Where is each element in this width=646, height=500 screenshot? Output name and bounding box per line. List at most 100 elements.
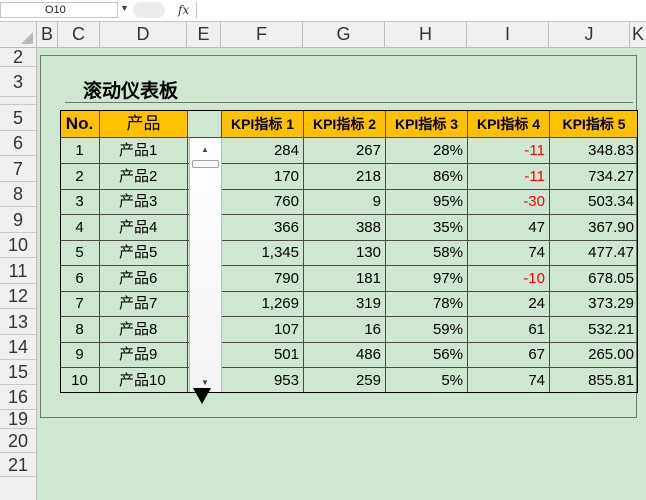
column-header-g[interactable]: G bbox=[303, 22, 385, 47]
table-cell-kpi1[interactable]: 107 bbox=[222, 316, 304, 343]
row-header-hidden[interactable] bbox=[0, 97, 36, 105]
row-header[interactable]: 16 bbox=[0, 385, 36, 410]
table-cell-no[interactable]: 1 bbox=[60, 138, 100, 164]
table-cell-no[interactable]: 5 bbox=[60, 240, 100, 266]
table-cell-kpi1[interactable]: 1,269 bbox=[222, 291, 304, 317]
table-cell-kpi2[interactable]: 16 bbox=[304, 316, 386, 343]
row-header[interactable]: 9 bbox=[0, 207, 36, 233]
table-cell-kpi4[interactable]: -11 bbox=[468, 163, 550, 190]
table-cell-kpi4[interactable]: 74 bbox=[468, 367, 550, 393]
table-cell-no[interactable]: 6 bbox=[60, 265, 100, 292]
column-header-f[interactable]: F bbox=[221, 22, 303, 47]
table-cell-kpi5[interactable]: 348.83 bbox=[550, 138, 638, 164]
table-cell-kpi2[interactable]: 319 bbox=[304, 291, 386, 317]
table-cell-no[interactable]: 10 bbox=[60, 367, 100, 393]
table-cell-kpi4[interactable]: -11 bbox=[468, 138, 550, 164]
row-header[interactable]: 12 bbox=[0, 284, 36, 309]
table-cell-kpi5[interactable]: 373.29 bbox=[550, 291, 638, 317]
table-cell-kpi1[interactable]: 366 bbox=[222, 214, 304, 241]
table-cell-kpi1[interactable]: 953 bbox=[222, 367, 304, 393]
table-cell-kpi3[interactable]: 59% bbox=[386, 316, 468, 343]
table-cell-kpi5[interactable]: 367.90 bbox=[550, 215, 638, 241]
table-cell-product[interactable]: 产品9 bbox=[100, 342, 188, 368]
table-cell-product[interactable]: 产品3 bbox=[100, 189, 188, 215]
table-cell-product[interactable]: 产品8 bbox=[100, 316, 188, 343]
table-cell-product[interactable]: 产品6 bbox=[100, 265, 188, 292]
table-cell-no[interactable]: 3 bbox=[60, 189, 100, 215]
table-cell-kpi4[interactable]: 61 bbox=[468, 316, 550, 343]
table-cell-kpi3[interactable]: 97% bbox=[386, 265, 468, 292]
table-cell-no[interactable]: 2 bbox=[60, 163, 100, 190]
column-header-d[interactable]: D bbox=[100, 22, 187, 47]
table-cell-kpi1[interactable]: 501 bbox=[222, 342, 304, 368]
table-cell-kpi1[interactable]: 760 bbox=[222, 189, 304, 215]
worksheet[interactable]: 滚动仪表板 No. 产品 KPI指标 1 KPI指标 2 KPI指标 3 KPI… bbox=[37, 48, 646, 500]
table-cell-kpi4[interactable]: 67 bbox=[468, 342, 550, 368]
table-cell-kpi5[interactable]: 265.00 bbox=[550, 342, 638, 368]
table-cell-kpi5[interactable]: 855.81 bbox=[550, 368, 638, 393]
row-header[interactable]: 11 bbox=[0, 258, 36, 284]
table-cell-kpi3[interactable]: 95% bbox=[386, 189, 468, 215]
row-header-partial[interactable] bbox=[0, 477, 36, 500]
row-header[interactable]: 7 bbox=[0, 156, 36, 182]
row-header[interactable]: 2 bbox=[0, 48, 36, 67]
column-header-i[interactable]: I bbox=[467, 22, 549, 47]
table-cell-no[interactable]: 7 bbox=[60, 291, 100, 317]
table-cell-kpi1[interactable]: 170 bbox=[222, 163, 304, 190]
vertical-scrollbar[interactable]: ▲ ▼ bbox=[189, 138, 222, 393]
table-cell-kpi3[interactable]: 35% bbox=[386, 214, 468, 241]
row-header[interactable]: 20 bbox=[0, 429, 36, 453]
table-cell-kpi2[interactable]: 130 bbox=[304, 240, 386, 266]
table-cell-kpi4[interactable]: 74 bbox=[468, 240, 550, 266]
scrollbar-thumb[interactable] bbox=[192, 160, 219, 168]
row-header[interactable]: 6 bbox=[0, 131, 36, 156]
name-box[interactable]: O10 bbox=[0, 2, 118, 18]
table-cell-kpi2[interactable]: 259 bbox=[304, 367, 386, 393]
table-cell-kpi5[interactable]: 503.34 bbox=[550, 189, 638, 215]
chevron-down-icon[interactable]: ▼ bbox=[201, 378, 209, 387]
row-header[interactable]: 14 bbox=[0, 335, 36, 360]
table-cell-product[interactable]: 产品1 bbox=[100, 138, 188, 164]
table-cell-no[interactable]: 4 bbox=[60, 214, 100, 241]
column-header-e[interactable]: E bbox=[187, 22, 221, 47]
chevron-up-icon[interactable]: ▲ bbox=[201, 145, 209, 154]
row-header[interactable]: 10 bbox=[0, 233, 36, 258]
row-header[interactable]: 15 bbox=[0, 360, 36, 385]
table-cell-no[interactable]: 9 bbox=[60, 342, 100, 368]
table-cell-kpi4[interactable]: -30 bbox=[468, 189, 550, 215]
formula-bar-handle[interactable] bbox=[133, 2, 165, 18]
table-cell-kpi1[interactable]: 790 bbox=[222, 265, 304, 292]
name-box-dropdown-icon[interactable]: ▼ bbox=[120, 3, 129, 13]
table-cell-kpi5[interactable]: 678.05 bbox=[550, 266, 638, 292]
table-cell-kpi2[interactable]: 388 bbox=[304, 214, 386, 241]
column-header-b[interactable]: B bbox=[37, 22, 58, 47]
column-header-k[interactable]: K bbox=[630, 22, 646, 47]
table-cell-product[interactable]: 产品7 bbox=[100, 291, 188, 317]
row-header[interactable]: 19 bbox=[0, 410, 36, 429]
table-cell-kpi3[interactable]: 56% bbox=[386, 342, 468, 368]
table-cell-kpi3[interactable]: 78% bbox=[386, 291, 468, 317]
table-cell-product[interactable]: 产品10 bbox=[100, 367, 188, 393]
table-cell-kpi2[interactable]: 181 bbox=[304, 265, 386, 292]
table-cell-kpi3[interactable]: 58% bbox=[386, 240, 468, 266]
table-cell-kpi3[interactable]: 28% bbox=[386, 138, 468, 164]
table-cell-kpi2[interactable]: 486 bbox=[304, 342, 386, 368]
row-header[interactable]: 3 bbox=[0, 67, 36, 97]
triangle-down-icon[interactable] bbox=[193, 388, 211, 404]
table-cell-kpi1[interactable]: 284 bbox=[222, 138, 304, 164]
table-cell-kpi5[interactable]: 477.47 bbox=[550, 240, 638, 266]
table-cell-kpi5[interactable]: 532.21 bbox=[550, 317, 638, 343]
table-cell-kpi4[interactable]: -10 bbox=[468, 265, 550, 292]
table-cell-kpi3[interactable]: 5% bbox=[386, 367, 468, 393]
table-cell-kpi2[interactable]: 9 bbox=[304, 189, 386, 215]
table-cell-kpi2[interactable]: 267 bbox=[304, 138, 386, 164]
column-header-c[interactable]: C bbox=[58, 22, 100, 47]
table-cell-product[interactable]: 产品5 bbox=[100, 240, 188, 266]
table-cell-kpi5[interactable]: 734.27 bbox=[550, 164, 638, 190]
table-cell-kpi4[interactable]: 24 bbox=[468, 291, 550, 317]
row-header[interactable]: 21 bbox=[0, 453, 36, 477]
select-all-corner[interactable] bbox=[0, 22, 37, 47]
row-header[interactable]: 5 bbox=[0, 105, 36, 131]
table-cell-kpi3[interactable]: 86% bbox=[386, 163, 468, 190]
table-cell-no[interactable]: 8 bbox=[60, 316, 100, 343]
